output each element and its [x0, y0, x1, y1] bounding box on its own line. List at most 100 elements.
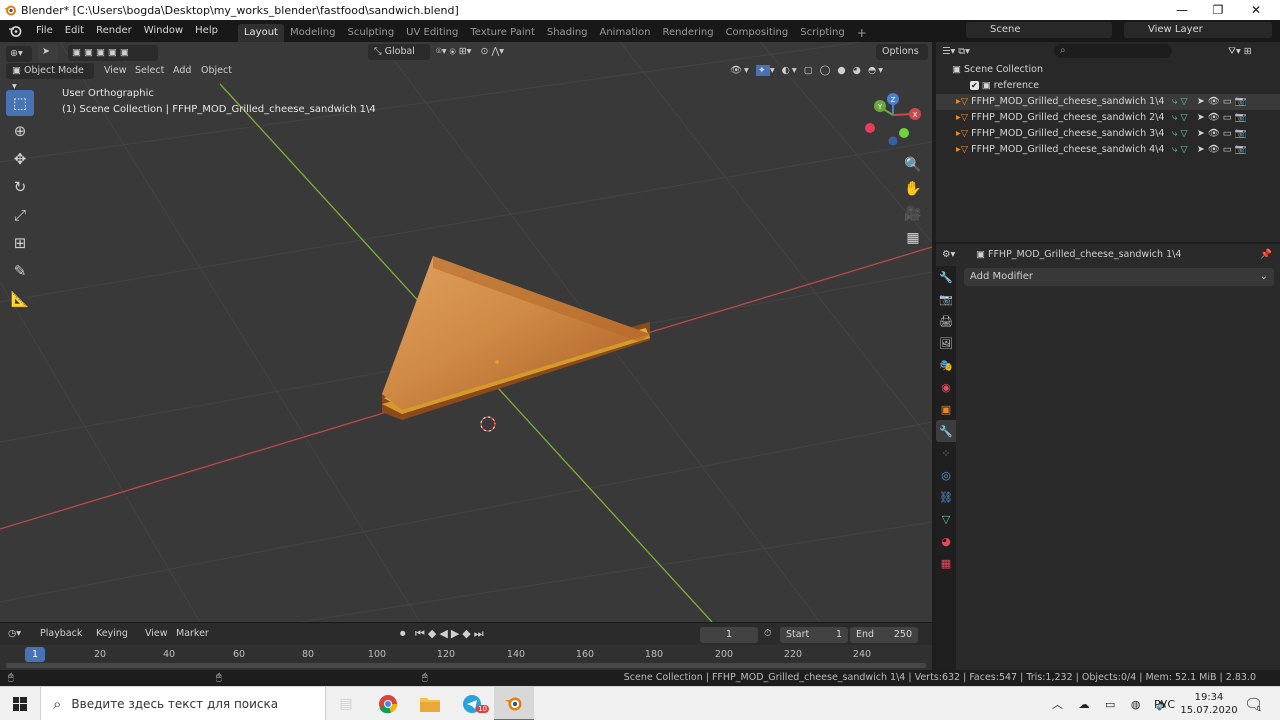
- tab-scripting[interactable]: Scripting: [794, 24, 850, 42]
- timeline-editor-type-icon[interactable]: ◷▾: [8, 626, 21, 642]
- mesh-data-icon[interactable]: ▽: [936, 508, 956, 530]
- modifier-wrench-icon[interactable]: 🔧: [936, 420, 956, 442]
- timeline-ruler[interactable]: 1 20 40 60 80 100 120 140 160 180 200 22…: [0, 645, 932, 671]
- outliner-editor-type-icon[interactable]: ☰▾ ⧉▾: [942, 44, 970, 60]
- editor-type-button[interactable]: ⊕▾: [6, 46, 32, 62]
- scene-icon[interactable]: 🎭: [936, 354, 956, 376]
- outliner-row-root[interactable]: ▣ Scene Collection: [936, 62, 1280, 78]
- filter-icon[interactable]: ⛛▾ ⊞: [1228, 44, 1252, 60]
- viewport-menu-object[interactable]: Object: [201, 63, 232, 79]
- tool-settings-icon[interactable]: 🔧: [936, 266, 956, 288]
- cursor-tool-icon[interactable]: ⊕: [6, 118, 34, 144]
- menu-file[interactable]: File: [30, 20, 59, 42]
- tab-modeling[interactable]: Modeling: [284, 24, 342, 42]
- current-frame-field[interactable]: 1: [700, 627, 758, 643]
- timeline-menu-view[interactable]: View: [145, 626, 168, 642]
- outliner-row-object[interactable]: ▸▽ FFHP_MOD_Grilled_cheese_sandwich 1\4 …: [936, 94, 1280, 110]
- menu-window[interactable]: Window: [138, 20, 189, 42]
- row-visibility-icons[interactable]: ⤷ ▽ ➤ 👁 ▭ 📷: [1172, 94, 1247, 110]
- outliner-search-input[interactable]: ⌕: [1054, 44, 1172, 58]
- chrome-icon[interactable]: [368, 687, 408, 720]
- notification-icon[interactable]: 🗨 1: [1244, 687, 1263, 720]
- texture-icon[interactable]: ▦: [936, 552, 956, 574]
- timeline-scrollbar[interactable]: [6, 663, 926, 668]
- viewport-menu-add[interactable]: Add: [173, 63, 191, 79]
- navigation-gizmo[interactable]: Z Y X: [865, 93, 921, 146]
- timeline-menu-playback[interactable]: Playback: [40, 626, 82, 642]
- mode-dropdown[interactable]: ▣ Object Mode ▾: [6, 63, 94, 92]
- viewport-menu-select[interactable]: Select: [135, 63, 164, 79]
- rotate-tool-icon[interactable]: ↻: [6, 174, 34, 200]
- playback-controls[interactable]: ⏺ ⏮◆◀▶◆⏭: [400, 626, 487, 642]
- file-explorer-icon[interactable]: [410, 687, 450, 720]
- object-icon[interactable]: ▣: [936, 398, 956, 420]
- timeline-menu-marker[interactable]: Marker: [176, 626, 209, 642]
- clock[interactable]: 19:34 15.07.2020: [1180, 687, 1237, 720]
- view-layer-selector[interactable]: View Layer: [1124, 22, 1272, 38]
- viewport-menu-view[interactable]: View: [104, 63, 127, 79]
- particles-icon[interactable]: ⁘: [936, 442, 956, 464]
- row-visibility-icons[interactable]: ⤷ ▽ ➤ 👁 ▭ 📷: [1172, 110, 1247, 126]
- language-indicator[interactable]: РУС: [1154, 687, 1175, 720]
- outliner-row-object[interactable]: ▸▽ FFHP_MOD_Grilled_cheese_sandwich 4\4 …: [936, 142, 1280, 158]
- select-mode-buttons[interactable]: ▣▣▣▣▣: [68, 45, 158, 61]
- outliner-row-object[interactable]: ▸▽ FFHP_MOD_Grilled_cheese_sandwich 2\4 …: [936, 110, 1280, 126]
- select-box-tool-icon[interactable]: ⬚: [6, 90, 34, 116]
- row-visibility-icons[interactable]: ⤷ ▽ ➤ 👁 ▭ 📷: [1172, 142, 1247, 158]
- perspective-grid-icon[interactable]: ▦: [902, 227, 924, 249]
- outliner-row-reference[interactable]: ✔ ▣ reference: [936, 78, 1280, 94]
- blender-taskbar-icon[interactable]: [494, 687, 534, 720]
- scene-selector[interactable]: Scene: [966, 22, 1112, 38]
- orientation-dropdown[interactable]: ⤡ Global: [368, 44, 430, 60]
- 3d-viewport[interactable]: Z Y X ⊕▾ ➤ ▣▣▣▣▣ ⤡ Global ⌾▾ ⦿ ⊞▾ ⊙ ⋀▾ O…: [0, 42, 932, 622]
- minimize-button[interactable]: —: [1164, 0, 1200, 20]
- tab-layout[interactable]: Layout: [237, 24, 284, 42]
- task-view-icon[interactable]: ▤: [326, 687, 366, 720]
- measure-tool-icon[interactable]: 📐: [6, 286, 34, 312]
- options-dropdown[interactable]: Options: [876, 44, 928, 60]
- maximize-button[interactable]: ❐: [1200, 0, 1236, 20]
- pan-hand-icon[interactable]: ✋: [902, 178, 924, 200]
- select-tool-button[interactable]: ➤: [38, 44, 58, 62]
- view-layer-icon[interactable]: 🖼: [936, 332, 956, 354]
- add-modifier-dropdown[interactable]: Add Modifier ⌄: [964, 268, 1274, 286]
- close-button[interactable]: ✕: [1238, 0, 1274, 20]
- material-icon[interactable]: ◕: [936, 530, 956, 552]
- scale-tool-icon[interactable]: ⤢: [6, 202, 34, 228]
- properties-editor-type-icon[interactable]: ⚙▾: [942, 247, 955, 263]
- windows-start-icon[interactable]: [0, 687, 40, 720]
- tab-animation[interactable]: Animation: [594, 24, 657, 42]
- tab-sculpting[interactable]: Sculpting: [341, 24, 400, 42]
- tab-rendering[interactable]: Rendering: [656, 24, 719, 42]
- world-icon[interactable]: ◉: [936, 376, 956, 398]
- checkbox-icon[interactable]: ✔: [970, 81, 979, 90]
- render-icon[interactable]: 📷: [936, 288, 956, 310]
- constraints-icon[interactable]: ⛓: [936, 486, 956, 508]
- timeline-menu-keying[interactable]: Keying: [96, 626, 128, 642]
- move-tool-icon[interactable]: ✥: [6, 146, 34, 172]
- menu-render[interactable]: Render: [90, 20, 138, 42]
- pivot-snap-icons[interactable]: ⌾▾ ⦿ ⊞▾ ⊙ ⋀▾: [436, 44, 504, 60]
- stopwatch-icon[interactable]: ⏱: [764, 626, 771, 642]
- end-frame-field[interactable]: End 250: [850, 627, 918, 643]
- physics-icon[interactable]: ◎: [936, 464, 956, 486]
- viewport-shading-icons[interactable]: 👁▾ ✦ ▾ ◐▾ ▢ ◯ ● ◕ ◓▾: [730, 63, 885, 79]
- tab-texture-paint[interactable]: Texture Paint: [464, 24, 541, 42]
- annotate-tool-icon[interactable]: ✎: [6, 258, 34, 284]
- transform-tool-icon[interactable]: ⊞: [6, 230, 34, 256]
- telegram-icon[interactable]: 10: [452, 687, 492, 720]
- zoom-icon[interactable]: 🔍: [902, 154, 924, 176]
- tab-uv-editing[interactable]: UV Editing: [400, 24, 464, 42]
- blender-menu-icon[interactable]: [8, 24, 22, 38]
- add-workspace-button[interactable]: +: [851, 24, 873, 42]
- menu-help[interactable]: Help: [189, 20, 224, 42]
- pin-icon[interactable]: 📌: [1260, 247, 1272, 263]
- taskbar-search-input[interactable]: ⌕ Введите здесь текст для поиска: [40, 687, 326, 720]
- row-visibility-icons[interactable]: ⤷ ▽ ➤ 👁 ▭ 📷: [1172, 126, 1247, 142]
- tab-shading[interactable]: Shading: [541, 24, 594, 42]
- tab-compositing[interactable]: Compositing: [720, 24, 795, 42]
- camera-icon[interactable]: 🎥: [902, 203, 924, 225]
- start-frame-field[interactable]: Start 1: [780, 627, 848, 643]
- menu-edit[interactable]: Edit: [59, 20, 90, 42]
- output-icon[interactable]: 🖨: [936, 310, 956, 332]
